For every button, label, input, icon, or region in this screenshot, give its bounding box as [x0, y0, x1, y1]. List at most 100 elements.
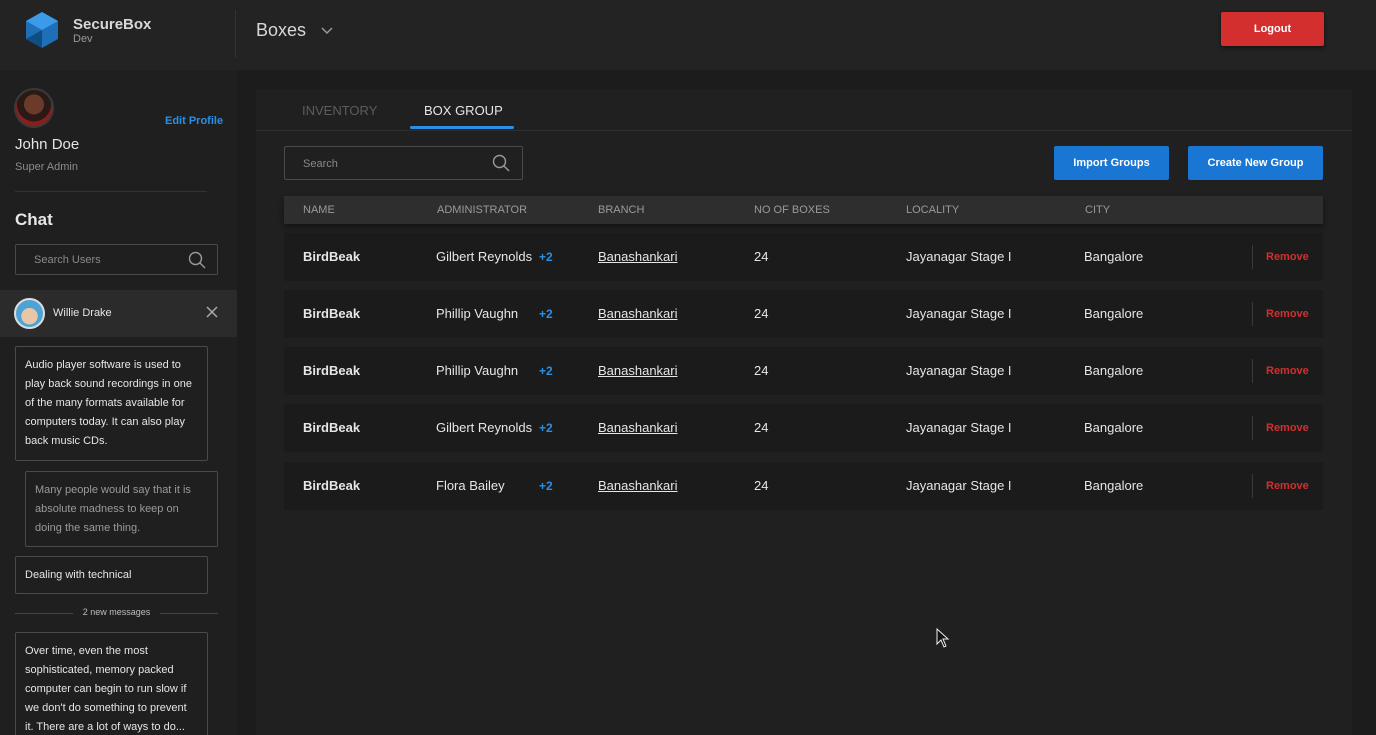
remove-button[interactable]: Remove — [1266, 480, 1309, 492]
topbar-separator — [235, 10, 236, 58]
cell-administrator: Phillip Vaughn — [436, 363, 519, 378]
remove-button[interactable]: Remove — [1266, 251, 1309, 263]
chat-search-input[interactable] — [34, 252, 184, 268]
chat-message-outgoing: Many people would say that it is absolut… — [25, 471, 218, 547]
search-icon[interactable] — [188, 251, 206, 269]
table-row[interactable]: BirdBeak Flora Bailey +2 Banashankari 24 Jaya… — [284, 462, 1323, 510]
chat-user-avatar — [14, 298, 45, 329]
close-icon[interactable] — [205, 305, 219, 319]
cell-name: BirdBeak — [303, 306, 361, 321]
sidebar: SecureBox Dev Edit Profile John Doe Supe… — [0, 0, 237, 735]
column-header-locality[interactable]: LOCALITY — [906, 204, 959, 216]
cell-admin-extra-count[interactable]: +2 — [539, 250, 553, 264]
cell-administrator: Gilbert Reynolds — [436, 420, 533, 435]
user-role: Super Admin — [15, 161, 78, 173]
cell-locality: Jayanagar Stage I — [906, 420, 1012, 435]
row-separator — [1252, 245, 1253, 269]
cell-admin-extra-count[interactable]: +2 — [539, 479, 553, 493]
cell-admin-extra-count[interactable]: +2 — [539, 364, 553, 378]
cell-city: Bangalore — [1084, 249, 1144, 264]
brand-env: Dev — [73, 33, 93, 45]
column-header-city[interactable]: CITY — [1085, 204, 1110, 216]
row-separator — [1252, 302, 1253, 326]
cell-administrator: Flora Bailey — [436, 478, 505, 493]
row-separator — [1252, 416, 1253, 440]
new-messages-label: 2 new messages — [82, 607, 151, 617]
cell-city: Bangalore — [1084, 363, 1144, 378]
chat-message-incoming: Over time, even the most sophisticated, … — [15, 632, 208, 735]
cell-boxes: 24 — [754, 249, 769, 264]
column-header-name[interactable]: NAME — [303, 204, 335, 216]
tab-bar: INVENTORY BOX GROUP — [256, 89, 1352, 131]
profile-card: Edit Profile John Doe Super Admin — [0, 70, 237, 192]
cell-administrator: Phillip Vaughn — [436, 306, 519, 321]
app-root: SecureBox Dev Edit Profile John Doe Supe… — [0, 0, 1376, 735]
new-messages-divider: 2 new messages — [15, 606, 218, 620]
table-header: NAME ADMINISTRATOR BRANCH NO OF BOXES LO… — [284, 196, 1323, 224]
mouse-cursor-icon — [936, 628, 950, 648]
divider — [15, 191, 207, 192]
table-row[interactable]: BirdBeak Gilbert Reynolds +2 Banashankari 24… — [284, 233, 1323, 281]
cell-boxes: 24 — [754, 306, 769, 321]
topbar: Boxes Logout — [235, 0, 1376, 70]
chat-active-user[interactable]: Willie Drake — [0, 290, 237, 337]
remove-button[interactable]: Remove — [1266, 422, 1309, 434]
cell-city: Bangalore — [1084, 306, 1144, 321]
cell-name: BirdBeak — [303, 249, 361, 264]
cell-locality: Jayanagar Stage I — [906, 478, 1012, 493]
search-icon[interactable] — [492, 154, 510, 172]
page-title[interactable]: Boxes — [256, 20, 306, 41]
brand: SecureBox Dev — [0, 0, 237, 70]
cell-boxes: 24 — [754, 363, 769, 378]
row-separator — [1252, 474, 1253, 498]
table-row[interactable]: BirdBeak Phillip Vaughn +2 Banashankari 24 Ja… — [284, 347, 1323, 395]
cell-branch-link[interactable]: Banashankari — [598, 306, 678, 321]
user-name: John Doe — [15, 136, 80, 153]
create-new-group-button[interactable]: Create New Group — [1188, 146, 1323, 180]
chat-search — [15, 244, 218, 275]
table-row[interactable]: BirdBeak Gilbert Reynolds +2 Banashankari 24… — [284, 404, 1323, 452]
cell-administrator: Gilbert Reynolds — [436, 249, 533, 264]
avatar[interactable] — [14, 88, 54, 128]
cell-branch-link[interactable]: Banashankari — [598, 249, 678, 264]
tab-inventory[interactable]: INVENTORY — [302, 103, 377, 118]
divider-line — [160, 613, 218, 614]
chevron-down-icon[interactable] — [320, 24, 334, 38]
cell-name: BirdBeak — [303, 478, 361, 493]
logout-button[interactable]: Logout — [1221, 12, 1324, 46]
column-header-administrator[interactable]: ADMINISTRATOR — [437, 204, 527, 216]
column-header-boxes[interactable]: NO OF BOXES — [754, 204, 830, 216]
cell-city: Bangalore — [1084, 420, 1144, 435]
securebox-logo-icon — [26, 12, 58, 48]
cell-boxes: 24 — [754, 478, 769, 493]
remove-button[interactable]: Remove — [1266, 365, 1309, 377]
cell-branch-link[interactable]: Banashankari — [598, 420, 678, 435]
cell-locality: Jayanagar Stage I — [906, 363, 1012, 378]
edit-profile-link[interactable]: Edit Profile — [165, 115, 223, 127]
chat-message-incoming: Dealing with technical — [15, 556, 208, 594]
cell-admin-extra-count[interactable]: +2 — [539, 307, 553, 321]
cell-locality: Jayanagar Stage I — [906, 306, 1012, 321]
cell-branch-link[interactable]: Banashankari — [598, 478, 678, 493]
cell-name: BirdBeak — [303, 420, 361, 435]
tab-box-group[interactable]: BOX GROUP — [424, 103, 503, 118]
active-tab-indicator — [410, 126, 514, 129]
search-input[interactable] — [303, 156, 483, 172]
chat-title: Chat — [15, 210, 53, 229]
cell-admin-extra-count[interactable]: +2 — [539, 421, 553, 435]
brand-name: SecureBox — [73, 16, 152, 33]
table-row[interactable]: BirdBeak Phillip Vaughn +2 Banashankari 24 Ja… — [284, 290, 1323, 338]
cell-name: BirdBeak — [303, 363, 361, 378]
search-box — [284, 146, 523, 180]
chat-user-name: Willie Drake — [53, 307, 112, 319]
import-groups-button[interactable]: Import Groups — [1054, 146, 1169, 180]
main-panel: INVENTORY BOX GROUP Import Groups Create… — [256, 89, 1352, 735]
cell-locality: Jayanagar Stage I — [906, 249, 1012, 264]
chat-message-incoming: Audio player software is used to play ba… — [15, 346, 208, 461]
cell-city: Bangalore — [1084, 478, 1144, 493]
cell-boxes: 24 — [754, 420, 769, 435]
row-separator — [1252, 359, 1253, 383]
cell-branch-link[interactable]: Banashankari — [598, 363, 678, 378]
remove-button[interactable]: Remove — [1266, 308, 1309, 320]
column-header-branch[interactable]: BRANCH — [598, 204, 644, 216]
